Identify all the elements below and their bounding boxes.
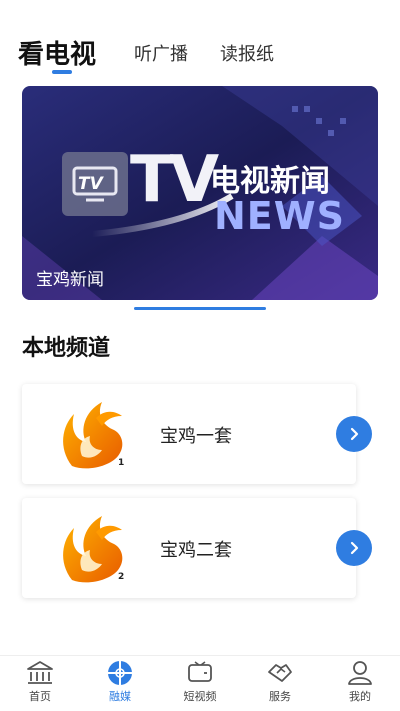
nav-label: 短视频 <box>183 690 217 703</box>
banner-caption: 宝鸡新闻 <box>36 270 104 290</box>
nav-item-home[interactable]: 首页 <box>10 660 70 708</box>
nav-label: 融媒 <box>109 690 131 703</box>
carousel-indicator <box>134 307 266 310</box>
bottom-nav: 首页 融媒 短视频 服务 我的 <box>0 655 400 711</box>
active-tab-indicator <box>52 70 72 74</box>
chevron-right-icon <box>350 541 359 555</box>
channel-name: 宝鸡一套 <box>160 426 232 447</box>
nav-label: 服务 <box>269 690 291 703</box>
channel-number: 2 <box>118 572 125 582</box>
channel-card-1[interactable]: 1 宝鸡一套 <box>22 384 372 484</box>
banner-en-title: NEWS <box>214 194 346 238</box>
channel-card-2[interactable]: 2 宝鸡二套 <box>22 498 372 598</box>
channel-name: 宝鸡二套 <box>160 540 232 561</box>
handshake-icon <box>268 664 292 682</box>
video-icon <box>188 661 212 682</box>
top-tab-bar: 看电视 听广播 读报纸 <box>0 0 400 82</box>
chevron-right-icon <box>350 427 359 441</box>
tab-listen-radio[interactable]: 听广播 <box>134 40 188 66</box>
tab-read-newspaper[interactable]: 读报纸 <box>220 40 274 66</box>
banner-tv-icon-text: TV <box>78 174 103 194</box>
chevron-right-button[interactable] <box>336 530 372 566</box>
nav-item-media[interactable]: 融媒 <box>90 660 150 708</box>
nav-label: 我的 <box>349 690 371 703</box>
user-icon <box>348 661 372 685</box>
banner-tv-text: TV <box>130 143 219 217</box>
section-title: 本地频道 <box>22 336 111 361</box>
home-icon <box>27 661 53 684</box>
tab-watch-tv[interactable]: 看电视 <box>18 34 96 71</box>
nav-item-profile[interactable]: 我的 <box>330 660 390 708</box>
nav-item-short-video[interactable]: 短视频 <box>170 660 230 708</box>
chevron-right-button[interactable] <box>336 416 372 452</box>
news-banner[interactable]: TV TV 电视新闻 NEWS 宝鸡新闻 <box>22 86 378 300</box>
nav-item-services[interactable]: 服务 <box>250 660 310 708</box>
media-icon <box>108 661 132 685</box>
nav-label: 首页 <box>29 690 51 703</box>
channel-number: 1 <box>118 458 125 468</box>
